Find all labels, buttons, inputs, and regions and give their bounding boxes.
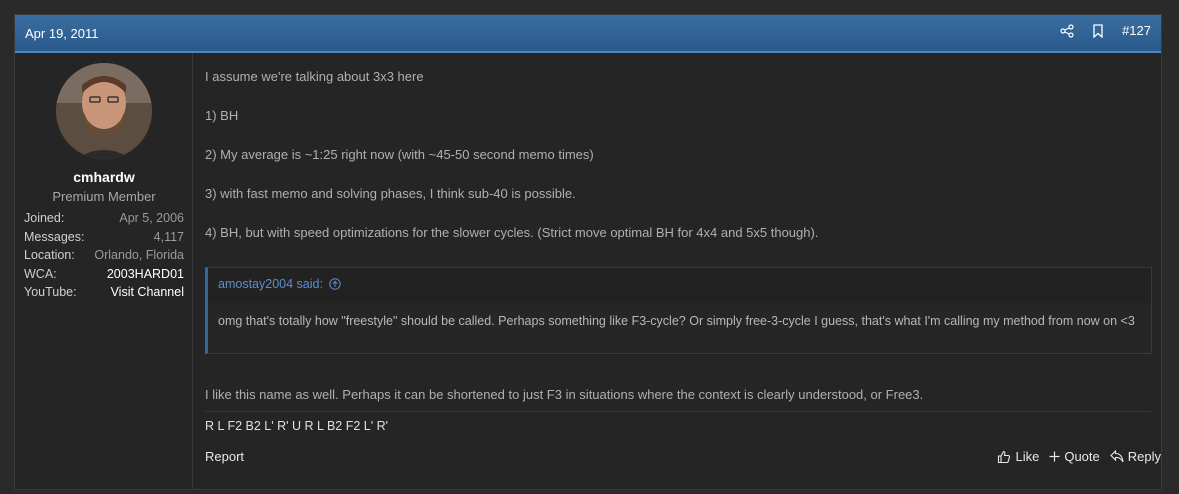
stat-wca: WCA: 2003HARD01: [24, 266, 184, 281]
user-sidebar: cmhardw Premium Member Joined: Apr 5, 20…: [15, 53, 193, 489]
stat-joined: Joined: Apr 5, 2006: [24, 211, 184, 225]
plus-icon: [1049, 451, 1060, 462]
reply-button[interactable]: Reply: [1109, 449, 1161, 464]
arrow-up-circle-icon[interactable]: [329, 278, 341, 290]
like-button[interactable]: Like: [997, 449, 1039, 464]
signature: R L F2 B2 L' R' U R L B2 F2 L' R': [205, 419, 388, 433]
quote-button[interactable]: Quote: [1049, 449, 1100, 464]
post-paragraph: 4) BH, but with speed optimizations for …: [205, 225, 819, 240]
post-header-actions: #127: [1060, 23, 1151, 38]
post-paragraph: 2) My average is ~1:25 right now (with ~…: [205, 147, 594, 162]
bookmark-icon[interactable]: [1092, 23, 1104, 38]
stat-location: Location: Orlando, Florida: [24, 248, 184, 262]
stat-messages: Messages: 4,117: [24, 229, 184, 244]
user-stats: Joined: Apr 5, 2006 Messages: 4,117 Loca…: [24, 209, 184, 302]
quote-author[interactable]: amostay2004 said:: [218, 277, 341, 291]
post-date[interactable]: Apr 19, 2011: [25, 26, 98, 41]
share-icon[interactable]: [1060, 23, 1074, 38]
youtube-link[interactable]: Visit Channel: [111, 283, 184, 302]
username[interactable]: cmhardw: [15, 169, 193, 185]
post-number[interactable]: #127: [1122, 23, 1151, 38]
avatar[interactable]: [56, 63, 152, 159]
signature-divider: [205, 411, 1151, 412]
post-paragraph: 3) with fast memo and solving phases, I …: [205, 186, 576, 201]
quote-body: omg that's totally how "freestyle" shoul…: [208, 303, 1151, 353]
user-title: Premium Member: [52, 189, 156, 204]
report-link[interactable]: Report: [205, 449, 244, 464]
post-header: Apr 19, 2011 #127: [15, 15, 1161, 53]
post-paragraph: I assume we're talking about 3x3 here: [205, 69, 424, 84]
quote-block: amostay2004 said: omg that's totally how…: [205, 267, 1152, 354]
quote-text: omg that's totally how "freestyle" shoul…: [218, 314, 1135, 328]
post-actions: Like Quote Reply: [997, 449, 1161, 464]
post: Apr 19, 2011 #127 cmhardw Premium Member…: [14, 14, 1162, 490]
post-paragraph: I like this name as well. Perhaps it can…: [205, 387, 924, 402]
thumbs-up-icon: [998, 450, 1011, 463]
reply-icon: [1109, 450, 1124, 463]
stat-youtube: YouTube: Visit Channel: [24, 283, 184, 302]
post-paragraph: 1) BH: [205, 108, 239, 123]
